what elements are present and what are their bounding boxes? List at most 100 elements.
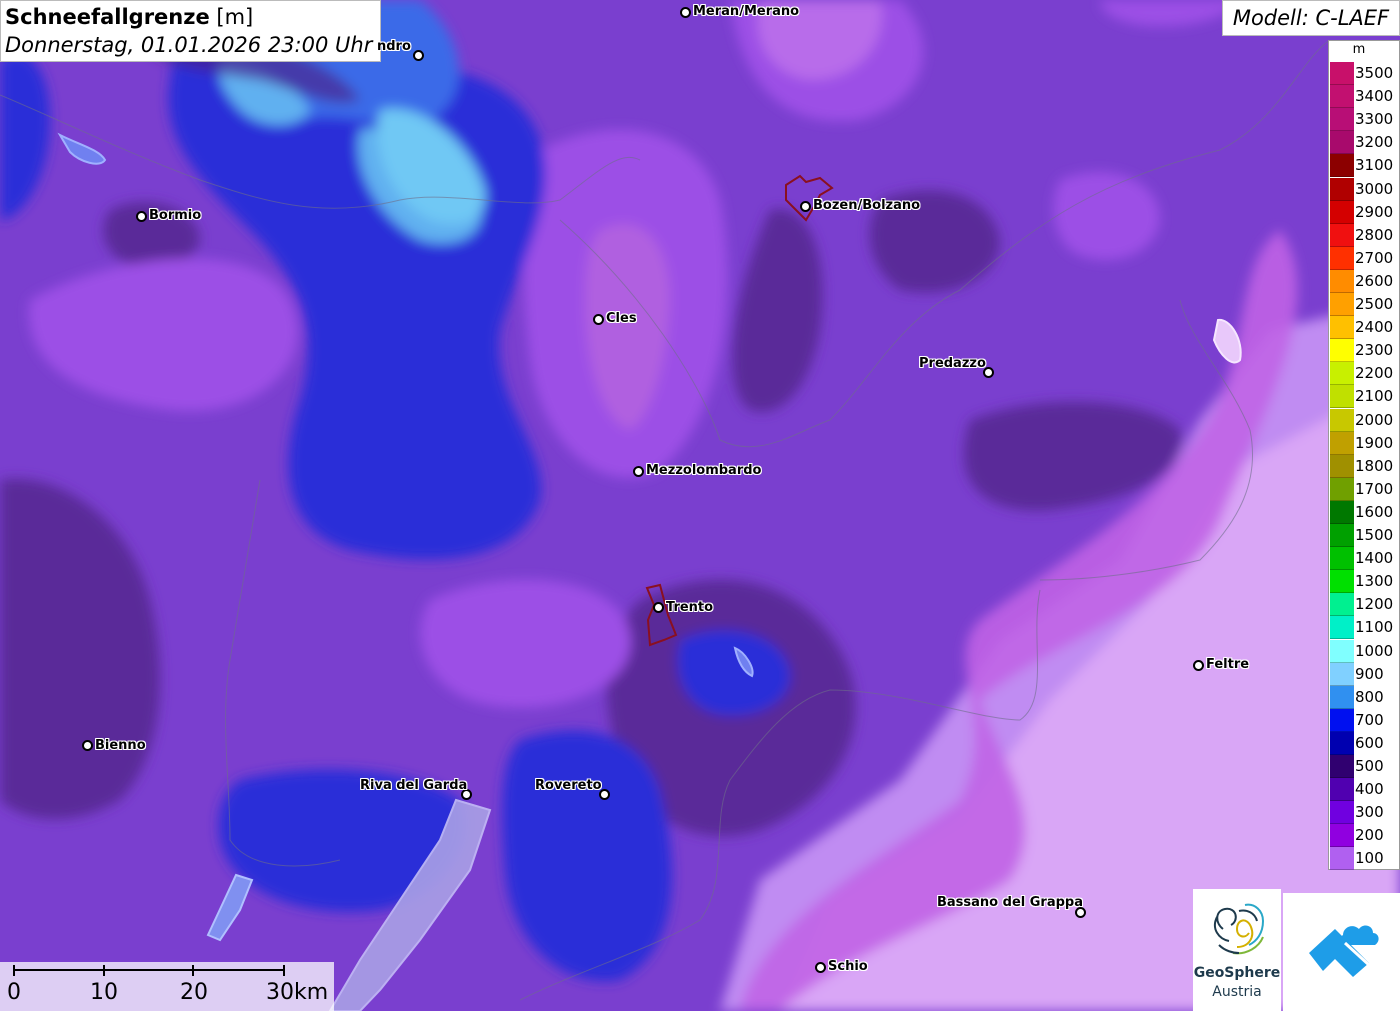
city-label: ndro: [377, 39, 411, 54]
legend-label: 1300: [1355, 572, 1394, 591]
geosphere-country: Austria: [1212, 984, 1262, 1000]
legend-swatch: [1330, 685, 1354, 709]
title-parameter: Schneefallgrenze: [5, 5, 210, 29]
legend-swatch: [1330, 223, 1354, 247]
legend-swatch: [1330, 339, 1354, 363]
legend-label: 2400: [1355, 318, 1394, 337]
legend-swatch: [1330, 362, 1354, 386]
city-dot-icon: [82, 740, 93, 751]
city-label: Meran/Merano: [693, 4, 800, 19]
city-label: Rovereto: [535, 778, 602, 793]
legend-swatch: [1330, 316, 1354, 340]
city-label: Feltre: [1206, 657, 1250, 672]
city-label: Riva del Garda: [360, 778, 468, 793]
legend-label: 1200: [1355, 595, 1394, 614]
legend-swatch: [1330, 477, 1354, 501]
legend-swatch: [1330, 801, 1354, 825]
legend-swatch: [1330, 616, 1354, 640]
legend-swatch: [1330, 408, 1354, 432]
legend-label: 2900: [1355, 202, 1394, 221]
cloud-mountain-logo[interactable]: [1283, 893, 1400, 1011]
legend-swatch: [1330, 85, 1354, 109]
city-dot-icon: [653, 602, 664, 613]
legend-swatch: [1330, 731, 1354, 755]
legend-label: 2300: [1355, 341, 1394, 360]
city-label: Bozen/Bolzano: [813, 198, 921, 213]
city-label: Bormio: [149, 208, 202, 223]
city-label: Schio: [828, 959, 868, 974]
legend-label: 1600: [1355, 502, 1394, 521]
legend-label: 200: [1355, 826, 1384, 845]
legend-label: 3500: [1355, 64, 1394, 82]
geosphere-name: GeoSphere: [1193, 965, 1281, 981]
cloud-mountain-icon: [1309, 925, 1379, 977]
legend-label: 2500: [1355, 295, 1394, 313]
legend-label: 1000: [1355, 641, 1394, 660]
scale-label-30km: 30km: [266, 980, 329, 1005]
legend-swatch: [1330, 500, 1354, 524]
legend-swatch: [1330, 269, 1354, 293]
legend-label: 1800: [1355, 456, 1394, 475]
city-label: Predazzo: [919, 356, 986, 371]
title-unit: [m]: [216, 5, 254, 29]
legend-label: 800: [1355, 687, 1384, 706]
legend-label: 900: [1355, 664, 1384, 683]
city-dot-icon: [1193, 660, 1204, 671]
city-dot-icon: [413, 50, 424, 61]
scale-bar: 0 10 20 30km: [0, 962, 334, 1011]
legend-label: 2600: [1355, 271, 1394, 290]
map-title: Schneefallgrenze [m]: [5, 3, 376, 31]
legend-label: 3300: [1355, 110, 1394, 129]
scale-label-0: 0: [7, 980, 21, 1005]
legend-swatch: [1330, 639, 1354, 663]
legend-swatch: [1330, 454, 1354, 478]
legend-swatch: [1330, 708, 1354, 732]
geosphere-swirl-icon: [1213, 903, 1265, 955]
legend-swatch: [1330, 778, 1354, 802]
scale-label-10: 10: [90, 980, 118, 1005]
legend-swatch: [1330, 108, 1354, 132]
legend-swatch: [1330, 177, 1354, 201]
snowfall-line-map[interactable]: [0, 0, 1400, 1011]
legend-label: 1400: [1355, 549, 1394, 568]
legend-label: 2800: [1355, 225, 1394, 244]
legend-swatch: [1330, 755, 1354, 778]
city-dot-icon: [136, 211, 147, 222]
city-dot-icon: [593, 314, 604, 325]
legend-label: 3100: [1355, 156, 1394, 175]
legend-label: 3000: [1355, 179, 1394, 198]
color-legend: m 3500 3400 3300 3200 3100 3000 2900 2800 2700 26…: [1328, 40, 1400, 871]
legend-label: 1900: [1355, 433, 1394, 452]
legend-swatch: [1330, 293, 1354, 316]
legend-label: 400: [1355, 780, 1384, 799]
legend-label: 2100: [1355, 387, 1394, 406]
legend-swatch: [1330, 547, 1354, 571]
legend-label: 2700: [1355, 248, 1394, 267]
legend-swatch: [1330, 431, 1354, 455]
legend-label: 600: [1355, 733, 1384, 752]
legend-swatch: [1330, 200, 1354, 224]
model-label: Modell: C-LAEF: [1222, 0, 1400, 36]
city-dot-icon: [633, 466, 644, 477]
city-label: Bassano del Grappa: [937, 895, 1083, 910]
legend-label: 3400: [1355, 87, 1394, 106]
legend-label: 1700: [1355, 479, 1394, 498]
legend-label: 1500: [1355, 526, 1394, 544]
legend-swatch: [1330, 131, 1354, 155]
legend-label: 2200: [1355, 364, 1394, 383]
city-label: Bienno: [95, 738, 146, 753]
legend-label: 3200: [1355, 133, 1394, 152]
legend-swatch: [1330, 246, 1354, 270]
legend-swatch: [1330, 570, 1354, 594]
legend-label: 500: [1355, 757, 1384, 775]
geosphere-austria-logo[interactable]: GeoSphere Austria: [1193, 889, 1281, 1011]
legend-swatch: [1330, 593, 1354, 617]
legend-swatch: [1330, 385, 1354, 409]
city-dot-icon: [815, 962, 826, 973]
city-dot-icon: [680, 7, 691, 18]
city-label: Trento: [666, 600, 714, 615]
scale-label-20: 20: [180, 980, 208, 1005]
legend-swatch: [1330, 824, 1354, 848]
city-label: Mezzolombardo: [646, 463, 762, 478]
legend-label: 2000: [1355, 410, 1394, 429]
